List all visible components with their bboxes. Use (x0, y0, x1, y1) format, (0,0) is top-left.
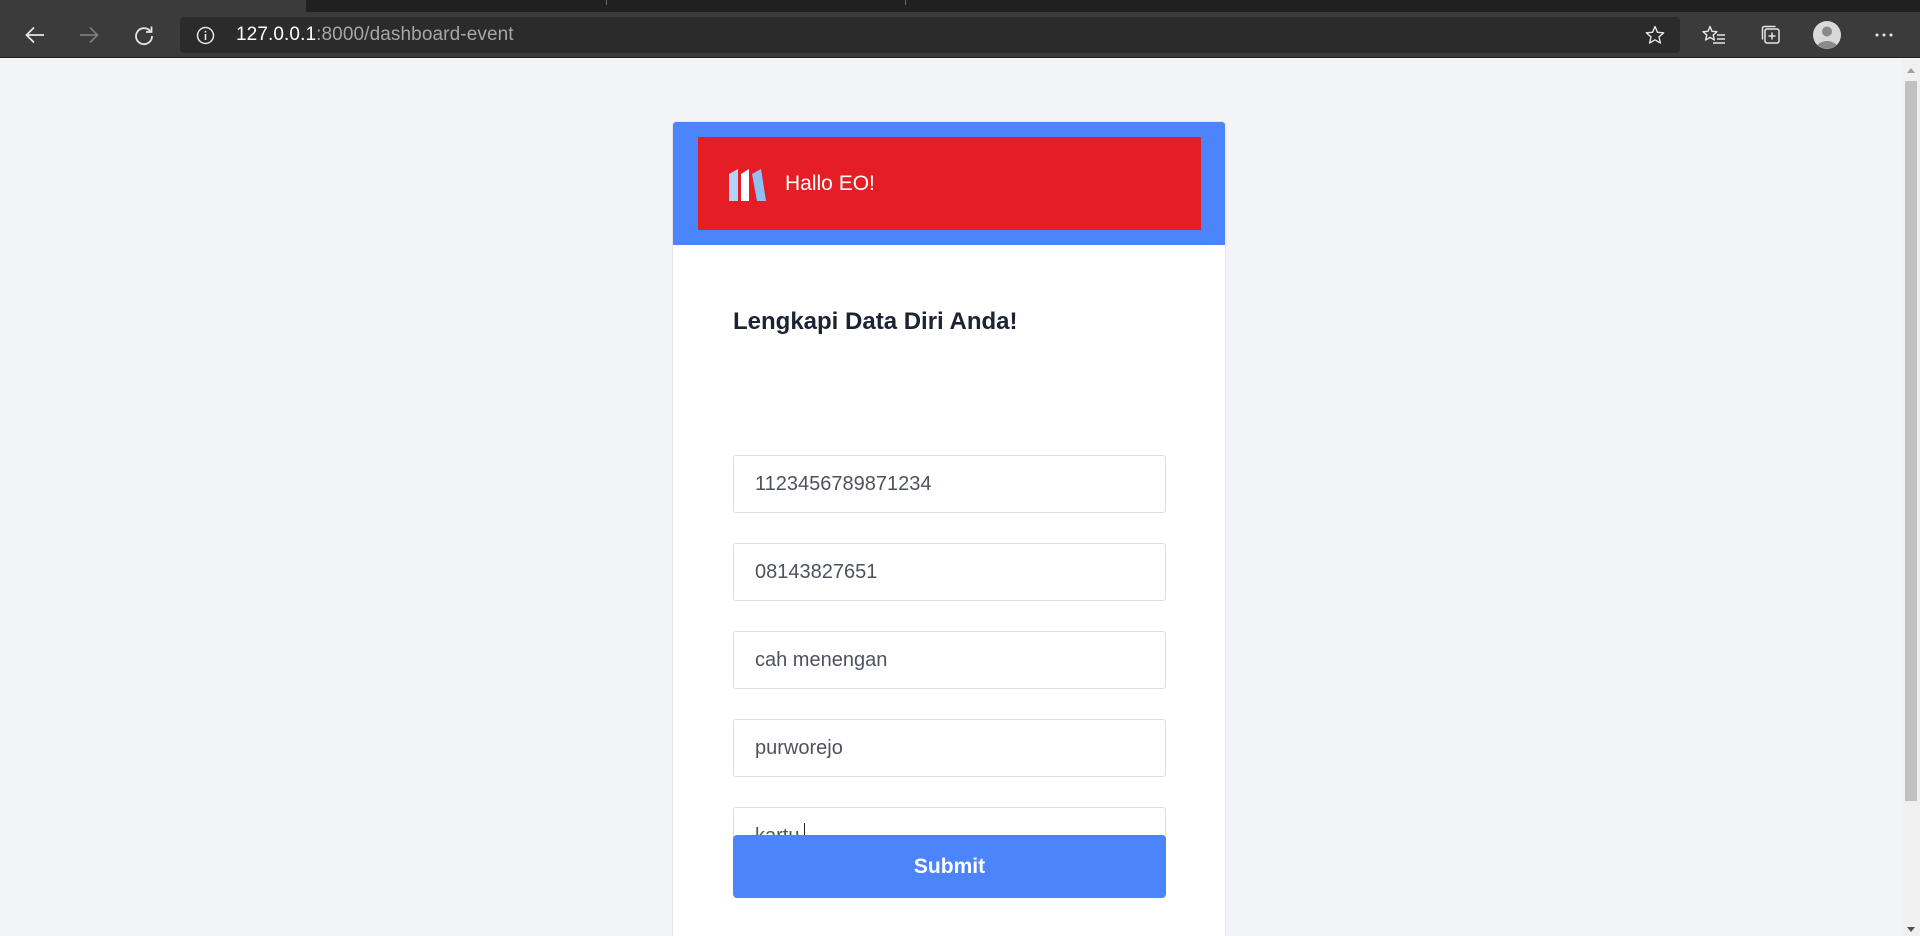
profile-button[interactable] (1810, 18, 1844, 52)
collections-icon (1761, 25, 1780, 44)
refresh-icon (135, 26, 153, 46)
vertical-scrollbar[interactable] (1902, 59, 1920, 936)
scroll-down-arrow-icon[interactable] (1907, 927, 1915, 932)
card-header: Hallo EO! (673, 122, 1225, 245)
browser-toolbar: 127.0.0.1:8000/dashboard-event (0, 12, 1920, 58)
scrollbar-thumb[interactable] (1905, 81, 1917, 801)
profile-icon (1813, 21, 1841, 49)
submit-button[interactable]: Submit (733, 835, 1166, 898)
more-icon (1875, 33, 1893, 37)
url-path: :8000/dashboard-event (316, 24, 514, 45)
collections-button[interactable] (1754, 18, 1788, 52)
address-bar[interactable]: 127.0.0.1:8000/dashboard-event (180, 17, 1680, 53)
nik-input[interactable] (733, 455, 1166, 513)
form-title: Lengkapi Data Diri Anda! (733, 308, 1018, 335)
refresh-button[interactable] (127, 18, 161, 52)
back-arrow-icon (25, 26, 44, 44)
favorites-button[interactable] (1697, 18, 1731, 52)
city-input[interactable] (733, 719, 1166, 777)
profile-form-card: Hallo EO! Lengkapi Data Diri Anda! Submi… (672, 121, 1226, 936)
tab-divider (606, 0, 607, 5)
url-text[interactable]: 127.0.0.1:8000/dashboard-event (236, 17, 514, 53)
tab-divider (905, 0, 906, 5)
scroll-up-arrow-icon[interactable] (1907, 68, 1915, 73)
phone-input[interactable] (733, 543, 1166, 601)
browser-tab-active[interactable] (0, 0, 306, 12)
more-menu-button[interactable] (1867, 18, 1901, 52)
greeting-banner: Hallo EO! (698, 137, 1201, 230)
forward-button[interactable] (72, 18, 106, 52)
page-viewport: Hallo EO! Lengkapi Data Diri Anda! Submi… (0, 59, 1902, 936)
browser-tab-strip (0, 0, 1920, 12)
bookshelf-logo-icon (729, 169, 766, 201)
back-button[interactable] (18, 18, 52, 52)
favorites-icon (1702, 25, 1725, 44)
greeting-text: Hallo EO! (785, 172, 875, 195)
name-input[interactable] (733, 631, 1166, 689)
url-host: 127.0.0.1 (236, 24, 317, 45)
info-icon[interactable] (196, 26, 215, 45)
forward-arrow-icon (80, 26, 99, 44)
star-icon[interactable] (1644, 24, 1666, 46)
